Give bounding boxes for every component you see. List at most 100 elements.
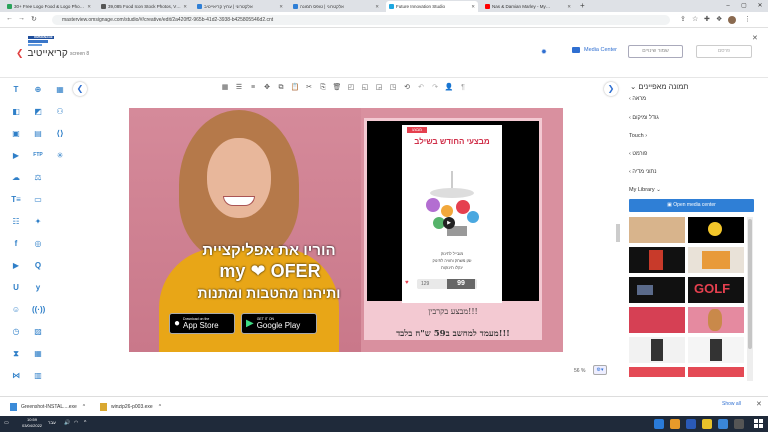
align-center-icon[interactable]: ≡: [246, 82, 260, 94]
url-field[interactable]: masterview.omsignage.com/studio/#/creati…: [52, 15, 670, 25]
scale-tool-icon[interactable]: ⚖: [32, 172, 44, 183]
library-thumb[interactable]: [688, 247, 744, 273]
menu-dots-icon[interactable]: ⋮: [744, 15, 751, 23]
calendar-icon[interactable]: ▦: [32, 348, 44, 359]
text-direction-icon[interactable]: ¶: [456, 82, 470, 94]
media-center-button[interactable]: Media Center: [572, 47, 617, 53]
close-tab-icon[interactable]: ✕: [469, 4, 475, 10]
library-thumb[interactable]: [629, 337, 685, 363]
taskbar-app-icon[interactable]: [718, 419, 728, 429]
library-thumb[interactable]: [629, 247, 685, 273]
move-icon[interactable]: ✥: [260, 82, 274, 94]
publish-button[interactable]: פרסם: [696, 45, 752, 58]
close-tab-icon[interactable]: ✕: [85, 4, 91, 10]
creative-canvas[interactable]: הוריו את אפליקציית my ❤ OFER ותיהנו מהטב…: [129, 108, 563, 352]
close-tab-icon[interactable]: ✕: [277, 4, 283, 10]
my-library-toggle[interactable]: My Library ⌄: [629, 187, 661, 193]
star-icon[interactable]: ☆: [692, 15, 698, 23]
people-count-icon[interactable]: ☺: [10, 304, 22, 315]
twitter-icon[interactable]: ✦: [32, 216, 44, 227]
volume-icon[interactable]: 🔊: [64, 420, 70, 426]
ftp-tool-icon[interactable]: FTP: [32, 150, 44, 161]
window-close-icon[interactable]: ✕: [752, 0, 768, 12]
creative-back-link[interactable]: ❮ קריאייטיב: [16, 48, 68, 59]
video-caption[interactable]: מבצע בקרבין!!! מעמד למחשב ב59 ש"ח בלבד!!…: [364, 304, 542, 340]
language-indicator[interactable]: עבר: [48, 420, 56, 425]
prop-appearance[interactable]: ‹ מראה: [629, 96, 646, 102]
library-thumb[interactable]: [688, 307, 744, 333]
image-tool-icon[interactable]: ▣: [10, 128, 22, 139]
chart-tool-icon[interactable]: ▥: [32, 370, 44, 381]
taskbar-edge-icon[interactable]: [654, 419, 664, 429]
gallery-tool-icon[interactable]: ▤: [32, 128, 44, 139]
tray-chevron-icon[interactable]: ^: [84, 420, 86, 426]
copy-icon[interactable]: ⧉: [274, 82, 288, 94]
browser-tab-0[interactable]: 30+ Free Logo Food & Logo Pho… ✕: [4, 1, 94, 12]
gear-icon[interactable]: ✹: [541, 48, 547, 56]
open-media-center-button[interactable]: ▣ Open media center: [629, 199, 754, 212]
shapes-tool-icon[interactable]: ◧: [10, 106, 22, 117]
video-widget[interactable]: מבצע מבצעי החודש בשילב ▶ מובייל לתינוק ז…: [364, 118, 542, 304]
search-tool-icon[interactable]: Q: [32, 260, 44, 271]
new-tab-button[interactable]: +: [580, 1, 585, 10]
broadcast-icon[interactable]: ((·)): [32, 304, 45, 315]
prop-format[interactable]: ‹ פורמט: [629, 151, 647, 157]
minimize-icon[interactable]: –: [720, 0, 736, 12]
download-item[interactable]: winzip26-p003.exe ^: [100, 401, 161, 413]
show-all-downloads-link[interactable]: Show all: [722, 401, 741, 407]
browser-tab-4[interactable]: Future Innovation Studio ✕: [386, 1, 478, 12]
browser-tab-1[interactable]: 39,085 Food Icon Stock Photos, V… ✕: [98, 1, 190, 12]
rss-tool-icon[interactable]: ☷: [10, 216, 22, 227]
share-icon[interactable]: ⇪: [680, 15, 686, 23]
taskbar-explorer-icon[interactable]: [702, 419, 712, 429]
wifi-icon[interactable]: ◠: [74, 420, 78, 426]
save-button[interactable]: שמור שינויים: [628, 45, 683, 58]
image-gear-icon[interactable]: ▨: [32, 326, 44, 337]
notification-icon[interactable]: ▭: [4, 420, 9, 426]
facebook-icon[interactable]: f: [10, 238, 22, 249]
web-tool-icon[interactable]: ⊕: [32, 84, 44, 95]
video-tool-icon[interactable]: ▶: [10, 150, 22, 161]
profile-avatar[interactable]: [728, 16, 736, 24]
chevron-down-icon[interactable]: ⌄: [630, 82, 636, 91]
redo-icon[interactable]: ↷: [428, 82, 442, 94]
library-thumb[interactable]: [629, 217, 685, 243]
library-thumb[interactable]: [688, 217, 744, 243]
library-thumb[interactable]: [629, 277, 685, 303]
prop-size-position[interactable]: ‹ גודל ומיקום: [629, 115, 659, 121]
text-tool-icon[interactable]: T: [10, 84, 22, 95]
layer-back-icon[interactable]: ◱: [358, 82, 372, 94]
library-thumb[interactable]: GOLF: [688, 277, 744, 303]
align-left-icon[interactable]: ☰: [232, 82, 246, 94]
undo-icon[interactable]: ↶: [414, 82, 428, 94]
clock-tool-icon[interactable]: ◷: [10, 326, 22, 337]
collapse-right-panel-button[interactable]: ❯: [604, 82, 618, 96]
network-icon[interactable]: ⋈: [10, 370, 22, 381]
extension-icon[interactable]: ✚: [704, 15, 710, 23]
play-icon[interactable]: ▶: [443, 217, 455, 229]
people-tool-icon[interactable]: ⚇: [54, 106, 66, 117]
library-thumb[interactable]: [629, 367, 685, 377]
taskbar-chrome-icon[interactable]: [670, 419, 680, 429]
close-tab-icon[interactable]: ✕: [373, 4, 379, 10]
cut-icon[interactable]: ✂: [302, 82, 316, 94]
windows-start-icon[interactable]: [754, 419, 764, 429]
uber-icon[interactable]: U: [10, 282, 22, 293]
chevron-up-icon[interactable]: ^: [159, 404, 161, 410]
taskbar-clock[interactable]: 10:59 03/04/2022: [22, 417, 42, 429]
weather-tool-icon[interactable]: ☁: [10, 172, 22, 183]
browser-tab-3[interactable]: אלקטרוני | טופס תמונה ✕: [290, 1, 382, 12]
library-scrollbar-thumb[interactable]: [748, 219, 752, 349]
screen-tool-icon[interactable]: ▭: [32, 194, 44, 205]
close-editor-icon[interactable]: ✕: [752, 34, 758, 42]
ticker-tool-icon[interactable]: T≡: [10, 194, 22, 205]
maximize-icon[interactable]: ▢: [736, 0, 752, 12]
library-thumb[interactable]: [688, 337, 744, 363]
delete-icon[interactable]: 🗑: [330, 82, 344, 94]
download-item[interactable]: Greenshot-INSTAL....exe ^: [10, 401, 85, 413]
layer-front-icon[interactable]: ◰: [344, 82, 358, 94]
table-tool-icon[interactable]: ▦: [54, 84, 66, 95]
library-thumb[interactable]: [629, 307, 685, 333]
library-thumb[interactable]: [688, 367, 744, 377]
instagram-icon[interactable]: ◎: [32, 238, 44, 249]
